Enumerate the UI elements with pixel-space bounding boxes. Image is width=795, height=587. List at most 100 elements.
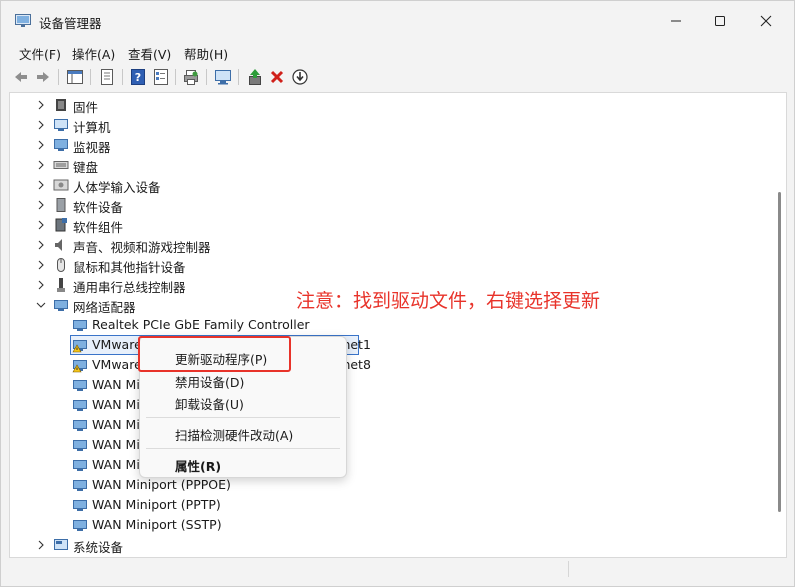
- chevron-right-icon[interactable]: [36, 540, 46, 550]
- menu-help[interactable]: 帮助(H): [184, 44, 228, 63]
- update-driver-toolbar-button[interactable]: [246, 68, 264, 86]
- annotation-note: 注意：找到驱动文件，右键选择更新: [296, 290, 601, 312]
- vertical-scrollbar[interactable]: [776, 92, 784, 558]
- tree-category-label: 软件设备: [73, 200, 124, 215]
- tree-category-hid[interactable]: 人体学输入设备: [10, 175, 770, 195]
- tree-device-item[interactable]: WAN Miniport (Network Monitor): [10, 455, 770, 475]
- tree-device-item[interactable]: VMware Virtual Ethernet Adapter for VMne…: [10, 355, 770, 375]
- tree-category-monitor[interactable]: 监视器: [10, 135, 770, 155]
- chevron-right-icon[interactable]: [36, 120, 46, 130]
- chevron-right-icon[interactable]: [36, 140, 46, 150]
- show-hide-console-tree-button[interactable]: [66, 68, 84, 86]
- properties-toolbar-button[interactable]: [98, 68, 116, 86]
- context-uninstall-device[interactable]: 卸载设备(U): [175, 394, 244, 413]
- chevron-right-icon[interactable]: [36, 280, 46, 290]
- help-toolbar-button[interactable]: ?: [129, 68, 147, 86]
- device-tree[interactable]: 固件计算机 监视器键盘 人体学输入设备软件设备 软件组件 声音、视频和游戏控制器鼠标和其…: [9, 92, 787, 558]
- scan-hardware-toolbar-button[interactable]: [214, 68, 232, 86]
- software-component-icon: [55, 218, 67, 232]
- view-toolbar-button[interactable]: [152, 68, 170, 86]
- network-adapter-warning-icon: [72, 360, 87, 373]
- network-adapter-icon: [73, 500, 87, 511]
- firmware-icon: [56, 99, 66, 111]
- network-icon: [54, 300, 68, 311]
- network-adapter-icon: [73, 460, 87, 471]
- tree-category-mouse[interactable]: 鼠标和其他指针设备: [10, 255, 770, 275]
- tree-category-software-device[interactable]: 软件设备: [10, 195, 770, 215]
- tree-device-item[interactable]: WAN Miniport (PPPOE): [10, 475, 770, 495]
- menu-file[interactable]: 文件(F): [19, 44, 61, 63]
- tree-device-item[interactable]: WAN Miniport (IPv6): [10, 415, 770, 435]
- menu-action[interactable]: 操作(A): [72, 44, 115, 63]
- context-disable-device[interactable]: 禁用设备(D): [175, 372, 244, 391]
- network-adapter-icon: [73, 320, 87, 331]
- network-adapter-icon: [73, 420, 87, 431]
- sound-icon: [55, 239, 62, 251]
- tree-device-item[interactable]: WAN Miniport (IKEv2): [10, 375, 770, 395]
- chevron-right-icon[interactable]: [36, 160, 46, 170]
- tree-category-label: 计算机: [73, 120, 111, 135]
- network-adapter-icon: [73, 400, 87, 411]
- tree-category-computer[interactable]: 计算机: [10, 115, 770, 135]
- context-scan-hardware[interactable]: 扫描检测硬件改动(A): [175, 425, 293, 444]
- toolbar-divider: [90, 69, 91, 85]
- tree-device-label: WAN Miniport (PPPOE): [92, 477, 231, 492]
- scrollbar-thumb[interactable]: [778, 192, 781, 512]
- chevron-right-icon[interactable]: [36, 260, 46, 270]
- close-button[interactable]: [743, 1, 789, 41]
- tree-category-label: 鼠标和其他指针设备: [73, 260, 186, 275]
- tree-category-label: 网络适配器: [73, 300, 136, 315]
- tree-category-keyboard[interactable]: 键盘: [10, 155, 770, 175]
- context-update-driver[interactable]: 更新驱动程序(P): [175, 349, 267, 368]
- menu-bar: 文件(F) 操作(A) 查看(V) 帮助(H): [1, 41, 794, 63]
- menu-view[interactable]: 查看(V): [128, 44, 171, 63]
- tree-device-item[interactable]: WAN Miniport (IP): [10, 395, 770, 415]
- tree-category-label: 通用串行总线控制器: [73, 280, 186, 295]
- context-menu-divider: [146, 417, 340, 418]
- network-adapter-icon: [73, 380, 87, 391]
- title-bar[interactable]: 设备管理器: [1, 1, 794, 41]
- toolbar-divider: [58, 69, 59, 85]
- software-device-icon: [56, 198, 66, 212]
- minimize-button[interactable]: [653, 1, 699, 41]
- forward-arrow-icon: [37, 72, 49, 82]
- chevron-right-icon[interactable]: [36, 100, 46, 110]
- svg-text:?: ?: [135, 71, 141, 84]
- chevron-right-icon[interactable]: [36, 180, 46, 190]
- status-segment: [569, 561, 787, 577]
- disable-toolbar-button[interactable]: [291, 68, 309, 86]
- print-toolbar-button[interactable]: [182, 68, 200, 86]
- tree-category-software-component[interactable]: 软件组件: [10, 215, 770, 235]
- tree-device-item[interactable]: WAN Miniport (PPTP): [10, 495, 770, 515]
- network-adapter-icon: [73, 440, 87, 451]
- tree-category-firmware[interactable]: 固件: [10, 95, 770, 115]
- back-button[interactable]: [12, 68, 30, 86]
- chevron-right-icon[interactable]: [36, 220, 46, 230]
- scan-monitor-icon: [215, 70, 231, 85]
- minimize-icon: [671, 20, 681, 22]
- system-device-icon: [54, 539, 68, 550]
- status-bar: [9, 559, 787, 579]
- status-segment: [9, 561, 569, 577]
- maximize-button[interactable]: [697, 1, 743, 41]
- forward-button[interactable]: [34, 68, 52, 86]
- computer-icon: [54, 119, 68, 131]
- tree-device-label: WAN Miniport (PPTP): [92, 497, 221, 512]
- chevron-right-icon[interactable]: [36, 240, 46, 250]
- update-driver-icon: [249, 69, 261, 85]
- toolbar-divider: [238, 69, 239, 85]
- context-menu-divider: [146, 448, 340, 449]
- tree-category-sound[interactable]: 声音、视频和游戏控制器: [10, 235, 770, 255]
- context-properties[interactable]: 属性(R): [175, 456, 221, 475]
- tree-category-label: 键盘: [73, 160, 99, 175]
- tree-device-item[interactable]: VMware Virtual Ethernet Adapter for VMne…: [10, 335, 770, 355]
- uninstall-toolbar-button[interactable]: [268, 68, 286, 86]
- tree-device-item[interactable]: WAN Miniport (L2TP): [10, 435, 770, 455]
- tree-category-system-device[interactable]: 系统设备: [10, 535, 770, 555]
- tree-device-item[interactable]: Realtek PCIe GbE Family Controller: [10, 315, 770, 335]
- chevron-right-icon[interactable]: [36, 200, 46, 210]
- chevron-down-icon[interactable]: [36, 300, 46, 310]
- network-adapter-icon: [73, 520, 87, 531]
- tree-device-item[interactable]: WAN Miniport (SSTP): [10, 515, 770, 535]
- download-circle-icon: [292, 69, 308, 85]
